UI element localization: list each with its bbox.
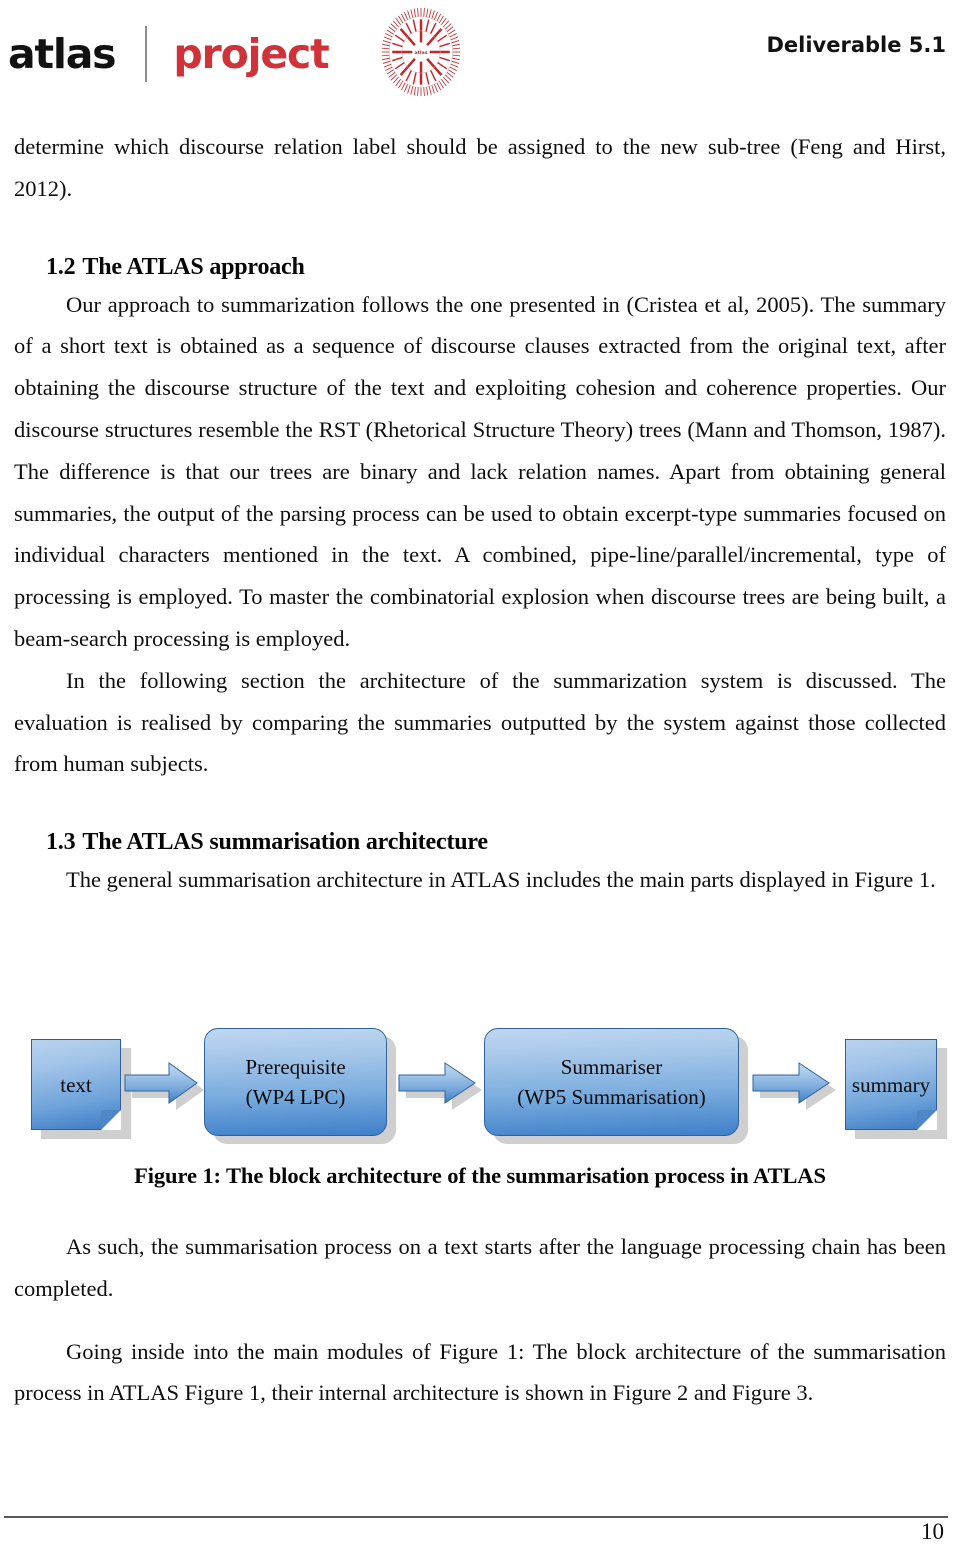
diagram-node-summariser[interactable]: Summariser (WP5 Summarisation) (484, 1028, 739, 1136)
diagram-node-prerequisite-label-1: Prerequisite (245, 1055, 346, 1079)
diagram-node-prerequisite[interactable]: Prerequisite (WP4 LPC) (204, 1028, 387, 1136)
page-header: atlas project atlas Deliverable 5.1 (0, 0, 960, 112)
figure-1-caption: Figure 1: The block architecture of the … (134, 1163, 826, 1188)
paragraph-1-2-second: In the following section the architectur… (14, 667, 946, 777)
diagram-arrow-2-icon (394, 1058, 490, 1114)
heading-1-3-title: The ATLAS summarisation architecture (82, 829, 488, 856)
figure-1: text Prerequisite (WP4 LPC) Summariser (… (0, 1004, 960, 1156)
paragraph-1-2-main: Our approach to summarization follows th… (14, 291, 946, 651)
atlas-radial-emblem-icon: atlas (373, 4, 469, 100)
paragraph-after-figure-1: As such, the summarisation process on a … (14, 1234, 946, 1301)
diagram-node-summariser-label-2: (WP5 Summarisation) (517, 1085, 706, 1109)
heading-1-2-title: The ATLAS approach (82, 253, 305, 280)
diagram-node-output-summary[interactable]: summary (845, 1039, 937, 1130)
heading-1-2-number: 1.2 (46, 253, 76, 280)
footer-divider (4, 1516, 948, 1518)
logo-atlas-wordmark: atlas (8, 29, 117, 78)
diagram-arrow-3-icon (748, 1058, 844, 1114)
block-architecture-diagram: text Prerequisite (WP4 LPC) Summariser (… (0, 1004, 960, 1156)
heading-section-1-3: 1.3 The ATLAS summarisation architecture (14, 825, 946, 859)
diagram-node-summariser-label-1: Summariser (560, 1055, 663, 1079)
paragraph-continued-top: determine which discourse relation label… (14, 134, 946, 201)
page-number: 10 (921, 1519, 944, 1544)
document-body-upper: determine which discourse relation label… (14, 126, 946, 901)
logo-divider (145, 26, 148, 82)
page-fold-inner-icon (917, 1110, 936, 1129)
logo-project-wordmark: project (173, 29, 329, 78)
paragraph-after-figure-2: Going inside into the main modules of Fi… (14, 1338, 946, 1406)
diagram-node-output-summary-label: summary (851, 1073, 931, 1097)
diagram-node-input-text[interactable]: text (31, 1039, 121, 1130)
diagram-arrow-1-icon (120, 1058, 212, 1114)
page-fold-inner-icon (101, 1110, 120, 1129)
heading-section-1-2: 1.2 The ATLAS approach (14, 250, 946, 284)
heading-1-3-number: 1.3 (46, 829, 76, 856)
deliverable-label: Deliverable 5.1 (766, 33, 946, 57)
diagram-node-prerequisite-label-2: (WP4 LPC) (245, 1085, 346, 1109)
paragraph-1-3-main: The general summarisation architecture i… (66, 867, 936, 893)
atlas-project-logo: atlas project atlas (8, 7, 469, 97)
document-body-lower: As such, the summarisation process on a … (14, 1226, 946, 1414)
svg-text:atlas: atlas (414, 50, 427, 56)
diagram-node-input-text-label: text (60, 1073, 92, 1097)
